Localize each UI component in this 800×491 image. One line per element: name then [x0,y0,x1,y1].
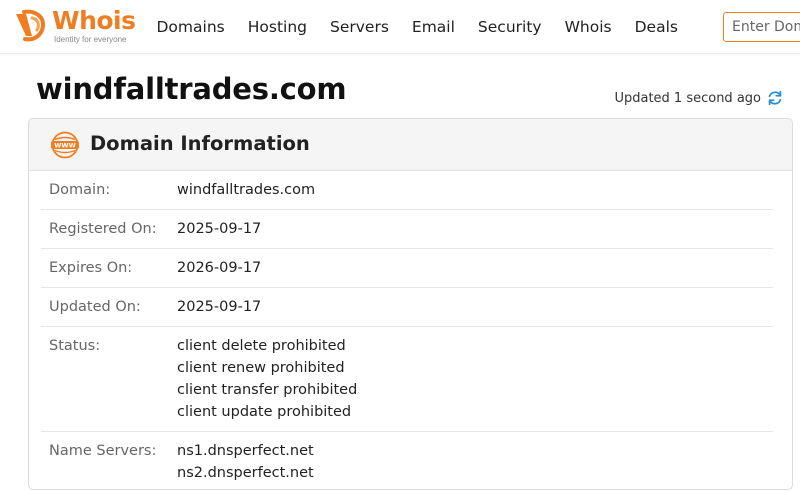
top-navigation-bar: Whois Identity for everyone Domains Host… [0,0,800,54]
status-value: client delete prohibited [177,338,346,354]
domain-value: windfalltrades.com [177,182,316,198]
info-row-updated-on: Updated On: 2025-09-17 [41,288,773,327]
info-row-domain: Domain: windfalltrades.com [41,171,773,210]
refresh-icon[interactable] [766,89,784,107]
row-label: Expires On: [49,260,133,276]
www-icon: WWW [51,131,79,159]
whois-logo[interactable]: Whois Identity for everyone [12,6,136,46]
nav-item-servers[interactable]: Servers [330,0,389,54]
nav-item-domains[interactable]: Domains [157,0,225,54]
nav-item-deals[interactable]: Deals [635,0,678,54]
card-header: WWW Domain Information [29,119,792,171]
status-value: client renew prohibited [177,360,345,376]
updated-text: Updated 1 second ago [614,90,761,106]
update-status: Updated 1 second ago [614,89,784,107]
row-value: 2025-09-17 [177,296,261,318]
domain-search-input[interactable] [723,12,800,42]
nav-item-email[interactable]: Email [412,0,455,54]
row-value: windfalltrades.com [177,179,315,201]
row-value: 2025-09-17 [177,218,261,240]
registered-date-value: 2025-09-17 [177,221,262,237]
row-label: Registered On: [49,221,157,237]
info-row-registered-on: Registered On: 2025-09-17 [41,210,773,249]
name-server-value: ns2.dnsperfect.net [177,465,314,481]
row-value: ns1.dnsperfect.net ns2.dnsperfect.net [177,440,314,484]
row-value: client delete prohibited client renew pr… [177,335,357,423]
info-row-name-servers: Name Servers: ns1.dnsperfect.net ns2.dns… [41,432,773,489]
domain-information-card: WWW Domain Information Domain: windfallt… [28,118,793,490]
expires-date-value: 2026-09-17 [177,260,262,276]
row-label: Updated On: [49,299,141,315]
nav-item-whois[interactable]: Whois [565,0,612,54]
status-value: client update prohibited [177,404,352,420]
status-value: client transfer prohibited [177,382,358,398]
nav-item-security[interactable]: Security [478,0,542,54]
domain-info-table: Domain: windfalltrades.com Registered On… [41,171,773,489]
row-value: 2026-09-17 [177,257,261,279]
svg-text:WWW: WWW [54,142,76,150]
name-server-value: ns1.dnsperfect.net [177,443,314,459]
card-title: Domain Information [90,132,310,155]
logo-wordmark: Whois [52,6,136,35]
info-row-status: Status: client delete prohibited client … [41,327,773,432]
row-label: Status: [49,338,101,354]
row-label: Name Servers: [49,443,157,459]
row-label: Domain: [49,182,111,198]
logo-tagline: Identity for everyone [54,35,127,44]
page-title: windfalltrades.com [36,72,347,106]
updated-date-value: 2025-09-17 [177,299,262,315]
info-row-expires-on: Expires On: 2026-09-17 [41,249,773,288]
main-nav: Domains Hosting Servers Email Security W… [145,0,689,54]
whois-logo-icon [16,9,46,42]
nav-item-hosting[interactable]: Hosting [248,0,307,54]
